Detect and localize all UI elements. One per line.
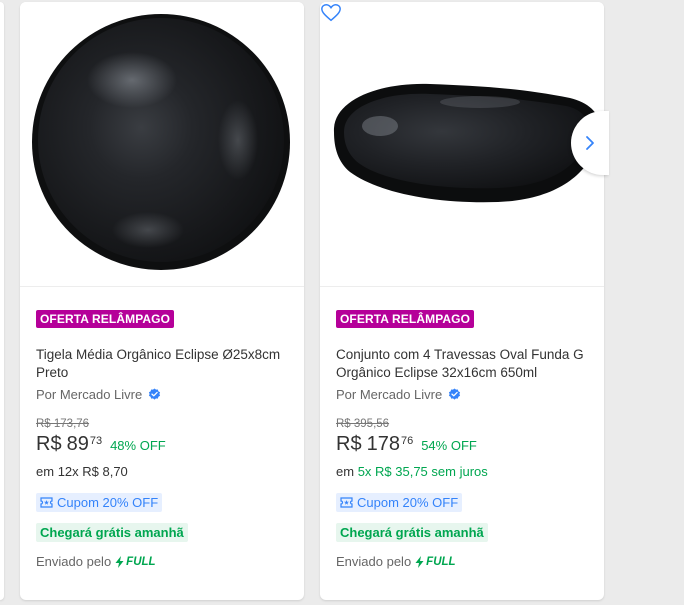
full-label: FULL (126, 555, 156, 568)
free-shipping-badge: Chegará grátis amanhã (336, 523, 488, 542)
bowl-image (32, 14, 290, 270)
coupon-icon (40, 497, 53, 508)
coupon-badge[interactable]: Cupom 20% OFF (36, 493, 163, 512)
seller-row: Por Mercado Livre (36, 387, 288, 402)
full-logo: FULL (115, 555, 156, 568)
original-price: R$ 173,76 (36, 418, 90, 430)
coupon-badge[interactable]: Cupom 20% OFF (336, 493, 463, 512)
full-label: FULL (426, 555, 456, 568)
discount-label: 48% OFF (110, 438, 166, 453)
installments-value: 5x R$ 35,75 sem juros (357, 464, 488, 479)
price-row: R$ 178 76 54% OFF (336, 432, 588, 456)
seller-label: Por Mercado Livre (336, 387, 443, 402)
lightning-deal-badge: OFERTA RELÂMPAGO (36, 310, 175, 328)
heart-icon[interactable] (320, 2, 342, 24)
coupon-label: Cupom 20% OFF (57, 495, 159, 510)
installments-prefix: em (336, 464, 355, 479)
previous-card-edge (0, 2, 4, 600)
product-title[interactable]: Conjunto com 4 Travessas Oval Funda G Or… (336, 346, 588, 382)
free-shipping-badge: Chegará grátis amanhã (36, 523, 188, 542)
lightning-deal-badge: OFERTA RELÂMPAGO (336, 310, 475, 328)
price-cents: 73 (89, 435, 103, 447)
price-currency: R$ (336, 433, 362, 455)
discount-label: 54% OFF (421, 438, 477, 453)
installments: em 12x R$ 8,70 (36, 464, 288, 479)
verified-check-icon (449, 388, 461, 400)
sent-by-label: Enviado pelo (36, 554, 112, 569)
product-card[interactable]: OFERTA RELÂMPAGO Tigela Média Orgânico E… (20, 2, 304, 600)
installments: em 5x R$ 35,75 sem juros (336, 464, 588, 479)
full-logo: FULL (415, 555, 456, 568)
product-card[interactable]: OFERTA RELÂMPAGO Conjunto com 4 Travessa… (320, 2, 604, 600)
fulfillment-row: Enviado pelo FULL (336, 554, 588, 569)
price-row: R$ 89 73 48% OFF (36, 432, 288, 456)
installments-value: 12x R$ 8,70 (57, 464, 128, 479)
chevron-right-icon (586, 136, 594, 150)
installments-prefix: em (36, 464, 55, 479)
seller-row: Por Mercado Livre (336, 387, 588, 402)
price-integer: 89 (66, 433, 89, 455)
product-image[interactable] (20, 2, 304, 287)
verified-check-icon (149, 388, 161, 400)
original-price: R$ 395,56 (336, 418, 390, 430)
coupon-icon (340, 497, 353, 508)
fulfillment-row: Enviado pelo FULL (36, 554, 288, 569)
product-title[interactable]: Tigela Média Orgânico Eclipse Ø25x8cm Pr… (36, 346, 288, 382)
lightning-icon (115, 555, 124, 568)
product-image[interactable] (320, 2, 604, 287)
price-integer: 178 (366, 433, 400, 455)
lightning-icon (415, 555, 424, 568)
seller-label: Por Mercado Livre (36, 387, 143, 402)
price-cents: 76 (400, 435, 414, 447)
price-currency: R$ (36, 433, 62, 455)
oval-dish-image (333, 83, 601, 203)
sent-by-label: Enviado pelo (336, 554, 412, 569)
coupon-label: Cupom 20% OFF (357, 495, 459, 510)
